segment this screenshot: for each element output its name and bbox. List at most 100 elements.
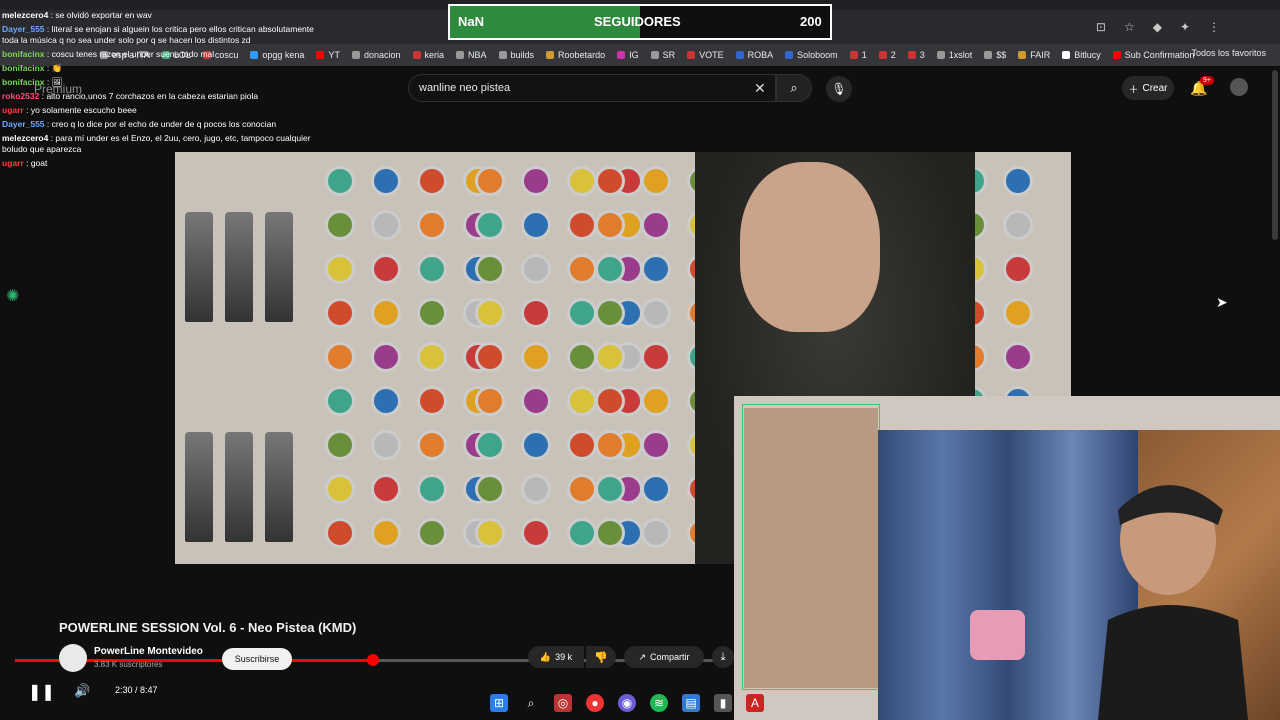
bookmark-item[interactable]: keria <box>412 50 444 60</box>
close-icon[interactable]: ✕ <box>754 80 766 97</box>
channel-avatar[interactable] <box>59 644 87 672</box>
chat-username[interactable]: roko2532 <box>2 91 39 101</box>
spray-can-cap <box>371 430 401 460</box>
bookmark-item[interactable]: NBA <box>456 50 487 60</box>
spray-can-cap <box>417 386 447 416</box>
chat-username[interactable]: Dayer_555 <box>2 24 45 34</box>
chat-username[interactable]: ugarr <box>2 105 24 115</box>
thumbs-up-icon: 👍 <box>539 651 552 662</box>
scrollbar[interactable] <box>1272 70 1278 240</box>
bookmark-item[interactable]: 3 <box>907 50 925 60</box>
chat-username[interactable]: melezcero4 <box>2 133 48 143</box>
chat-text: 🖼 <box>51 77 63 87</box>
bookmark-favicon-icon <box>687 51 696 59</box>
bookmark-item[interactable]: 1xslot <box>936 50 972 60</box>
spray-can-cap <box>1003 342 1033 372</box>
bookmark-favicon-icon <box>1062 51 1071 59</box>
bookmark-item[interactable]: $$ <box>984 50 1006 60</box>
share-label: Compartir <box>650 652 690 662</box>
chat-text: goat <box>30 158 48 168</box>
spray-can-cap <box>641 430 671 460</box>
spray-can-cap <box>641 210 671 240</box>
follower-goal-value: 200 <box>800 14 822 29</box>
create-button[interactable]: ＋ Crear <box>1122 76 1174 100</box>
menu-icon[interactable]: ⋮ <box>1208 20 1220 34</box>
volume-button[interactable]: 🔊 <box>74 683 90 699</box>
account-avatar[interactable] <box>1230 78 1248 96</box>
puzzle-icon[interactable]: ✦ <box>1180 20 1190 34</box>
dislike-button[interactable]: 👎 <box>586 646 616 668</box>
chat-username[interactable]: bonifacinx <box>2 77 45 87</box>
bookmark-favicon-icon <box>936 51 945 59</box>
search-button[interactable]: ⌕ <box>776 74 812 102</box>
bookmark-item[interactable]: VOTE <box>687 50 724 60</box>
windows-start-icon[interactable]: ⊞ <box>490 694 508 712</box>
bookmark-item[interactable]: Bitlucy <box>1062 50 1101 60</box>
bookmark-item[interactable]: Roobetardo <box>546 50 605 60</box>
spray-can-cap <box>475 518 505 548</box>
bookmark-item[interactable]: 2 <box>878 50 896 60</box>
chat-text: alto rancio,unos 7 corchazos en la cabez… <box>46 91 259 101</box>
chat-username[interactable]: melezcero4 <box>2 10 48 20</box>
spray-can-cap <box>641 342 671 372</box>
notes-icon[interactable]: ▤ <box>682 694 700 712</box>
volume-icon: 🔊 <box>74 683 91 698</box>
chat-username[interactable]: ugarr <box>2 158 24 168</box>
obs-icon[interactable]: ◎ <box>554 694 572 712</box>
spray-can-cap <box>641 166 671 196</box>
chat-separator: : <box>44 49 52 59</box>
install-icon[interactable]: ⊡ <box>1096 20 1106 34</box>
bookmark-item[interactable]: FAIR <box>1018 50 1050 60</box>
chrome-icon[interactable]: ● <box>586 694 604 712</box>
time-display: 2:30 / 8:47 <box>115 685 158 695</box>
chat-username[interactable]: bonifacinx <box>2 49 45 59</box>
bookmark-favicon-icon <box>498 51 507 59</box>
spray-can-cap <box>1003 254 1033 284</box>
bookmark-item[interactable]: builds <box>498 50 534 60</box>
gear-icon[interactable]: ✺ <box>6 286 19 306</box>
all-favorites-folder[interactable]: Todos los favoritos <box>1191 48 1266 58</box>
spray-can-cap <box>371 298 401 328</box>
like-button[interactable]: 👍 39 k <box>528 646 584 668</box>
pause-button[interactable]: ❚❚ <box>28 682 55 702</box>
bookmark-label: ROBA <box>747 50 774 60</box>
spray-can-cap <box>567 298 597 328</box>
bookmark-label: 1 <box>861 50 867 60</box>
spray-can-cap <box>641 298 671 328</box>
bookmark-item[interactable]: SR <box>650 50 675 60</box>
bookmark-item[interactable]: Sub Confirmation <box>1112 50 1194 60</box>
chat-username[interactable]: Dayer_555 <box>2 119 45 129</box>
bookmark-item[interactable]: ROBA <box>735 50 774 60</box>
like-count: 39 k <box>555 652 573 662</box>
spray-can-cap <box>325 298 355 328</box>
app-icon[interactable]: ▮ <box>714 694 732 712</box>
share-button[interactable]: ↗ Compartir <box>624 646 704 668</box>
search-input[interactable]: wanline neo pistea <box>408 74 776 102</box>
progress-scrubber[interactable] <box>366 654 379 666</box>
spray-can-cap <box>417 210 447 240</box>
adobe-icon[interactable]: A <box>746 694 764 712</box>
mic-button[interactable]: 🎙 <box>826 76 852 102</box>
star-icon[interactable]: ☆ <box>1124 20 1135 34</box>
chat-separator: : <box>23 158 31 168</box>
bookmark-item[interactable]: Soloboom <box>785 50 838 60</box>
bookmark-item[interactable]: IG <box>617 50 639 60</box>
spray-can-cap <box>641 386 671 416</box>
chat-username[interactable]: bonifacinx <box>2 63 45 73</box>
follower-label: SEGUIDORES <box>594 14 681 29</box>
bookmark-item[interactable]: donacion <box>351 50 401 60</box>
extension-icon[interactable]: ◆ <box>1153 20 1162 34</box>
bookmark-favicon-icon <box>617 51 626 59</box>
channel-name[interactable]: PowerLine Montevideo <box>94 646 203 657</box>
spotify-icon[interactable]: ≋ <box>650 694 668 712</box>
bookmark-favicon-icon <box>412 51 421 59</box>
pink-mug <box>970 610 1025 660</box>
subscribe-button[interactable]: Suscribirse <box>222 648 292 670</box>
bookmark-item[interactable]: 1 <box>849 50 867 60</box>
discord-icon[interactable]: ◉ <box>618 694 636 712</box>
spray-can-cap <box>371 210 401 240</box>
download-button[interactable]: ⤓ <box>712 646 734 668</box>
chat-message: melezcero4 : se olvidó exportar en wav <box>2 10 332 21</box>
search-icon[interactable]: ⌕ <box>522 694 540 712</box>
plus-icon: ＋ <box>1128 84 1139 96</box>
